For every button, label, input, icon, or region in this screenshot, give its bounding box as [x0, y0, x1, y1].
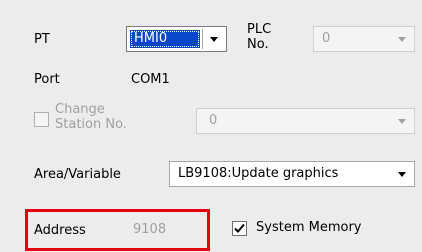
plc-no-value: 0 — [322, 31, 331, 46]
change-station-checkbox[interactable] — [34, 112, 49, 127]
change-station-label-line1: Change — [55, 102, 105, 117]
checkmark-icon — [234, 223, 245, 233]
address-value: 9108 — [133, 222, 167, 237]
chevron-down-icon — [398, 171, 406, 177]
plc-label-line1: PLC — [247, 22, 272, 37]
pt-label: PT — [34, 32, 50, 47]
pt-select-dropdown-button[interactable] — [202, 27, 226, 51]
station-no-select[interactable]: 0 — [196, 108, 415, 134]
station-no-dropdown-button[interactable] — [390, 109, 414, 133]
area-variable-value: LB9108:Update graphics — [178, 166, 339, 181]
plc-no-select[interactable]: 0 — [313, 26, 415, 52]
address-label: Address — [34, 223, 86, 238]
change-station-label-line2: Station No. — [55, 117, 127, 132]
chevron-down-icon — [210, 36, 218, 42]
system-memory-checkbox[interactable] — [232, 221, 247, 236]
port-label: Port — [34, 72, 60, 87]
area-variable-dropdown-button[interactable] — [390, 162, 414, 186]
system-memory-label[interactable]: System Memory — [256, 220, 361, 236]
area-variable-select[interactable]: LB9108:Update graphics — [169, 161, 415, 187]
plc-no-dropdown-button[interactable] — [390, 27, 414, 51]
plc-label-line2: No. — [247, 37, 269, 52]
pt-select-value-box: HMI0 — [130, 30, 200, 48]
station-no-value: 0 — [209, 113, 218, 128]
chevron-down-icon — [398, 118, 406, 124]
pt-settings-panel: PT HMI0 PLC No. 0 Port COM1 Change Stati… — [0, 0, 422, 252]
pt-select-value: HMI0 — [134, 31, 168, 46]
chevron-down-icon — [398, 36, 406, 42]
pt-select[interactable]: HMI0 — [126, 26, 227, 52]
port-value: COM1 — [131, 72, 170, 87]
area-variable-label: Area/Variable — [34, 167, 121, 182]
